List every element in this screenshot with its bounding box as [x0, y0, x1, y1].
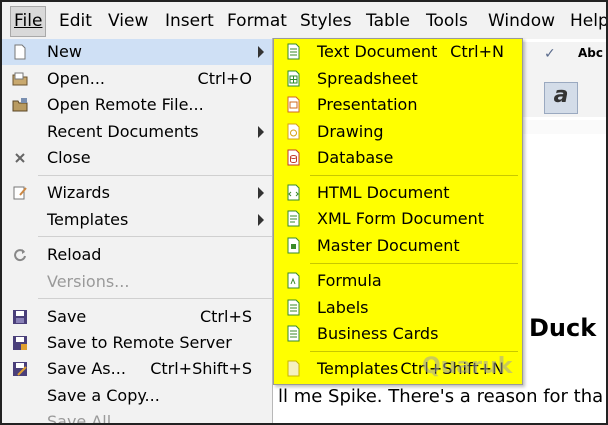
close-icon [15, 153, 25, 163]
submenu-item-text-document[interactable]: Text Document Ctrl+N [274, 39, 522, 65]
templates-icon [287, 360, 300, 377]
menu-separator [38, 175, 272, 176]
toolbar-area: ✓ Abc a [522, 42, 606, 117]
submenu-arrow-icon [258, 187, 264, 199]
submenu-item-labels[interactable]: Labels [274, 295, 522, 321]
submenu-separator [310, 175, 518, 176]
submenu-arrow-icon [258, 46, 264, 58]
menu-item-close[interactable]: Close [2, 145, 272, 171]
menu-file[interactable]: File [9, 6, 47, 37]
menu-bar: File Edit View Insert Format Styles Tabl… [2, 2, 606, 39]
spellcheck-button[interactable]: Abc [578, 46, 603, 60]
submenu-item-business-cards[interactable]: Business Cards [274, 321, 522, 347]
autocheck-icon[interactable]: ✓ [544, 46, 556, 62]
submenu-item-spreadsheet[interactable]: Spreadsheet [274, 66, 522, 92]
business-cards-icon [287, 325, 300, 342]
file-menu: New Open... Ctrl+O Open Remote File... R… [2, 38, 273, 423]
menu-format[interactable]: Format [227, 11, 287, 31]
new-document-icon [14, 44, 26, 60]
menu-item-recent-documents[interactable]: Recent Documents [2, 119, 272, 145]
menu-item-save[interactable]: Save Ctrl+S [2, 304, 272, 330]
menu-item-versions[interactable]: Versions... [2, 269, 272, 295]
writer-icon [287, 43, 300, 60]
ruler [522, 120, 606, 135]
xml-form-icon [287, 210, 300, 227]
watermark: Quaruk [422, 354, 513, 379]
menu-item-open[interactable]: Open... Ctrl+O [2, 66, 272, 92]
menu-item-templates[interactable]: Templates [2, 207, 272, 233]
menu-separator [38, 236, 272, 237]
submenu-arrow-icon [258, 126, 264, 138]
save-remote-icon [13, 336, 27, 350]
submenu-separator [310, 263, 518, 264]
app-window: ✓ Abc a Duck ll me Spike. There's a reas… [0, 0, 608, 425]
menu-item-reload[interactable]: Reload [2, 242, 272, 268]
submenu-item-xml-form[interactable]: XML Form Document [274, 206, 522, 232]
base-icon [287, 149, 300, 166]
save-icon [13, 310, 27, 324]
open-folder-icon [12, 72, 28, 86]
menu-item-save-copy[interactable]: Save a Copy... [2, 383, 272, 409]
menu-item-save-remote[interactable]: Save to Remote Server [2, 330, 272, 356]
document-heading: Duck [529, 314, 597, 342]
menu-item-wizards[interactable]: Wizards [2, 180, 272, 206]
menu-tools[interactable]: Tools [426, 11, 468, 31]
submenu-item-database[interactable]: Database [274, 145, 522, 171]
submenu-item-master-document[interactable]: Master Document [274, 233, 522, 259]
menu-window[interactable]: Window [488, 11, 555, 31]
master-doc-icon [287, 237, 300, 254]
menu-styles[interactable]: Styles [300, 11, 352, 31]
menu-item-new[interactable]: New [2, 39, 272, 65]
math-icon [287, 272, 300, 289]
menu-table[interactable]: Table [366, 11, 410, 31]
draw-icon [287, 123, 300, 140]
menu-item-save-all[interactable]: Save All [2, 409, 272, 423]
html-doc-icon [287, 184, 300, 201]
calc-icon [287, 70, 300, 87]
submenu-arrow-icon [258, 214, 264, 226]
wizard-icon [13, 186, 27, 200]
labels-icon [287, 299, 300, 316]
save-as-icon [13, 362, 27, 376]
menu-item-save-as[interactable]: Save As... Ctrl+Shift+S [2, 356, 272, 382]
open-remote-icon [12, 98, 28, 112]
new-submenu: Text Document Ctrl+N Spreadsheet Present… [273, 38, 523, 385]
menu-edit[interactable]: Edit [59, 11, 92, 31]
menu-view[interactable]: View [108, 11, 148, 31]
impress-icon [287, 96, 300, 113]
submenu-item-formula[interactable]: Formula [274, 268, 522, 294]
menu-separator [38, 298, 272, 299]
reload-icon [14, 249, 26, 262]
document-body-text: ll me Spike. There's a reason for tha [278, 386, 604, 407]
submenu-separator [310, 351, 518, 352]
menu-help[interactable]: Help [570, 11, 606, 31]
submenu-item-html-document[interactable]: HTML Document [274, 180, 522, 206]
fontwork-icon[interactable]: a [544, 82, 578, 114]
menu-insert[interactable]: Insert [165, 11, 214, 31]
submenu-item-drawing[interactable]: Drawing [274, 119, 522, 145]
menu-item-open-remote[interactable]: Open Remote File... [2, 92, 272, 118]
submenu-item-presentation[interactable]: Presentation [274, 92, 522, 118]
